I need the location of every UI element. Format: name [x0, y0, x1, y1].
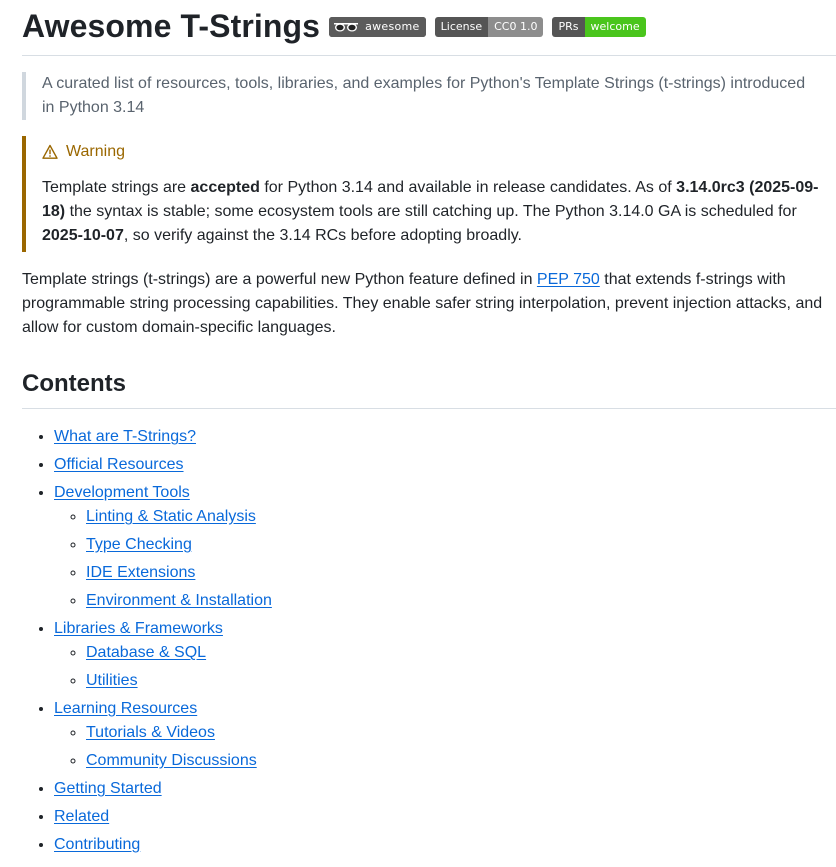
warning-text-1: Template strings are	[42, 179, 191, 196]
toc-link-contributing[interactable]: Contributing	[54, 836, 140, 853]
title-row: Awesome T-Strings awesome License CC0 1.…	[22, 0, 836, 56]
toc-subitem: Community Discussions	[86, 749, 836, 773]
toc-item: Libraries & Frameworks Database & SQL Ut…	[54, 617, 836, 693]
toc-link-database[interactable]: Database & SQL	[86, 644, 206, 661]
toc-subitem: Tutorials & Videos	[86, 721, 836, 745]
toc-link-utilities[interactable]: Utilities	[86, 672, 138, 689]
toc-sublist: Database & SQL Utilities	[54, 641, 836, 693]
toc-link-linting[interactable]: Linting & Static Analysis	[86, 508, 256, 525]
toc-link-ide-extensions[interactable]: IDE Extensions	[86, 564, 195, 581]
toc-subitem: Linting & Static Analysis	[86, 505, 836, 529]
sunglasses-icon	[329, 16, 364, 37]
toc-link-related[interactable]: Related	[54, 808, 109, 825]
description-text-1: Template strings (t-strings) are a power…	[22, 271, 537, 288]
license-badge-left: License	[434, 16, 489, 37]
toc-link-tutorials[interactable]: Tutorials & Videos	[86, 724, 215, 741]
awesome-badge-label: awesome	[363, 16, 426, 37]
warning-text-3: the syntax is stable; some ecosystem too…	[65, 203, 797, 220]
table-of-contents: What are T-Strings? Official Resources D…	[22, 425, 836, 857]
page-title: Awesome T-Strings	[22, 7, 321, 44]
toc-item: Official Resources	[54, 453, 836, 477]
toc-subitem: IDE Extensions	[86, 561, 836, 585]
toc-link-what-are-t-strings[interactable]: What are T-Strings?	[54, 428, 196, 445]
toc-subitem: Type Checking	[86, 533, 836, 557]
warning-text: Template strings are accepted for Python…	[42, 176, 820, 252]
license-badge[interactable]: License CC0 1.0	[434, 16, 544, 37]
toc-link-environment[interactable]: Environment & Installation	[86, 592, 272, 609]
toc-link-getting-started[interactable]: Getting Started	[54, 780, 162, 797]
readme: Awesome T-Strings awesome License CC0 1.…	[0, 0, 836, 857]
warning-text-4: , so verify against the 3.14 RCs before …	[123, 227, 522, 244]
prs-badge-right: welcome	[584, 16, 646, 37]
toc-link-libraries[interactable]: Libraries & Frameworks	[54, 620, 223, 637]
license-badge-right: CC0 1.0	[488, 16, 544, 37]
warning-alert: Warning Template strings are accepted fo…	[22, 136, 836, 252]
toc-item: Learning Resources Tutorials & Videos Co…	[54, 697, 836, 773]
pep-750-link[interactable]: PEP 750	[537, 271, 600, 288]
warning-title: Warning	[42, 140, 820, 164]
warning-title-text: Warning	[66, 143, 125, 160]
toc-link-official-resources[interactable]: Official Resources	[54, 456, 184, 473]
warning-icon	[42, 144, 58, 159]
toc-item: Contributing	[54, 833, 836, 857]
toc-item: Related	[54, 805, 836, 829]
intro-quote: A curated list of resources, tools, libr…	[22, 72, 836, 120]
intro-text: A curated list of resources, tools, libr…	[42, 75, 806, 116]
warning-bold-accepted: accepted	[190, 179, 260, 196]
prs-badge[interactable]: PRs welcome	[552, 16, 646, 37]
toc-sublist: Linting & Static Analysis Type Checking …	[54, 505, 836, 613]
toc-link-community[interactable]: Community Discussions	[86, 752, 257, 769]
toc-subitem: Environment & Installation	[86, 589, 836, 613]
description: Template strings (t-strings) are a power…	[22, 268, 836, 340]
prs-badge-left: PRs	[552, 16, 585, 37]
warning-text-2: for Python 3.14 and available in release…	[259, 179, 677, 196]
toc-link-type-checking[interactable]: Type Checking	[86, 536, 192, 553]
toc-subitem: Utilities	[86, 669, 836, 693]
awesome-badge[interactable]: awesome	[329, 16, 426, 37]
toc-item: Getting Started	[54, 777, 836, 801]
toc-item: Development Tools Linting & Static Analy…	[54, 481, 836, 613]
toc-link-development-tools[interactable]: Development Tools	[54, 484, 190, 501]
warning-bold-date: 2025-10-07	[42, 227, 124, 244]
toc-link-learning-resources[interactable]: Learning Resources	[54, 700, 197, 717]
toc-item: What are T-Strings?	[54, 425, 836, 449]
toc-sublist: Tutorials & Videos Community Discussions	[54, 721, 836, 773]
contents-heading: Contents	[22, 366, 836, 409]
toc-subitem: Database & SQL	[86, 641, 836, 665]
